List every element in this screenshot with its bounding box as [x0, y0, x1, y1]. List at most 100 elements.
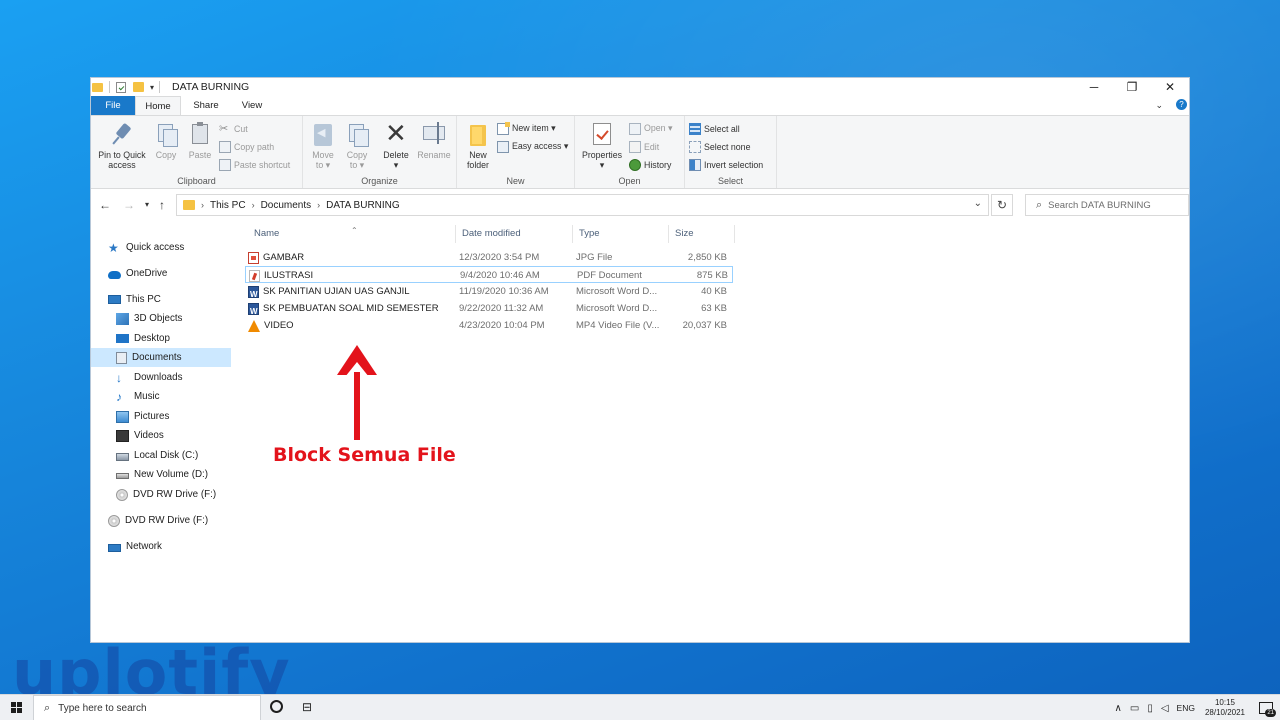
tab-home[interactable]: Home: [135, 96, 181, 116]
delete-label-line2: ▾: [393, 160, 399, 170]
address-bar[interactable]: › This PC › Documents › DATA BURNING ⌄: [176, 194, 989, 216]
column-header-type[interactable]: Type: [573, 225, 669, 243]
sidebar-item-label: Network: [126, 541, 162, 552]
show-hidden-icons-chevron-icon[interactable]: ∧: [1115, 703, 1122, 714]
sidebar-item-label: Documents: [132, 352, 182, 363]
select-all-button[interactable]: Select all: [689, 121, 740, 136]
table-row[interactable]: VIDEO 4/23/2020 10:04 PM MP4 Video File …: [245, 317, 733, 334]
sidebar-item-videos[interactable]: Videos: [116, 426, 164, 445]
battery-icon[interactable]: ▯: [1147, 703, 1153, 714]
new-folder-label-line1: New: [469, 150, 487, 160]
breadcrumb-this-pc[interactable]: This PC: [210, 200, 246, 211]
minimize-button[interactable]: ─: [1075, 78, 1113, 96]
copy-path-button[interactable]: Copy path: [219, 139, 274, 154]
back-arrow-icon[interactable]: ←: [99, 198, 111, 212]
easy-access-button[interactable]: Easy access ▾: [497, 139, 568, 154]
maximize-button[interactable]: ❐: [1113, 78, 1151, 96]
new-folder-button[interactable]: New folder: [461, 122, 495, 170]
breadcrumb-separator-icon[interactable]: ›: [201, 200, 204, 210]
copy-to-button[interactable]: Copy to ▾: [341, 122, 373, 170]
new-item-button[interactable]: New item ▾: [497, 121, 556, 136]
properties-icon[interactable]: [116, 81, 126, 93]
new-folder-icon[interactable]: [133, 82, 144, 92]
edit-button[interactable]: Edit: [629, 139, 659, 154]
quick-access-toolbar: ▾: [91, 80, 161, 94]
select-none-icon: [689, 140, 701, 153]
help-icon[interactable]: ?: [1176, 99, 1187, 110]
taskbar-search-input[interactable]: ⌕ Type here to search: [33, 695, 261, 720]
paste-shortcut-button[interactable]: Paste shortcut: [219, 157, 290, 172]
invert-selection-button[interactable]: Invert selection: [689, 157, 763, 172]
copy-button[interactable]: Copy: [151, 122, 181, 160]
rename-button[interactable]: Rename: [415, 122, 453, 160]
pin-icon: [109, 122, 135, 148]
volume-icon[interactable]: ◁: [1161, 703, 1169, 714]
sidebar-item-downloads[interactable]: ↓ Downloads: [116, 368, 182, 387]
sidebar-item-local-disk-c[interactable]: Local Disk (C:): [116, 446, 198, 465]
table-row[interactable]: SK PANITIAN UJIAN UAS GANJIL 11/19/2020 …: [245, 283, 733, 300]
sidebar-item-documents[interactable]: Documents: [91, 348, 231, 367]
tab-file[interactable]: File: [91, 96, 135, 115]
clock[interactable]: 10:15 28/10/2021: [1205, 698, 1245, 718]
up-arrow-icon[interactable]: ↑: [159, 198, 165, 212]
sidebar-item-label: Desktop: [134, 333, 170, 344]
close-button[interactable]: ✕: [1151, 78, 1189, 96]
pin-to-quick-access-button[interactable]: Pin to Quick access: [95, 122, 149, 170]
column-header-size[interactable]: Size: [669, 225, 735, 243]
file-size: 875 KB: [696, 270, 728, 281]
breadcrumb-separator-icon[interactable]: ›: [317, 200, 320, 210]
computer-icon: [108, 295, 121, 304]
move-to-button[interactable]: Move to ▾: [307, 122, 339, 170]
input-language[interactable]: ENG: [1177, 703, 1195, 713]
sidebar-item-pictures[interactable]: Pictures: [116, 407, 169, 426]
rename-label: Rename: [417, 150, 451, 160]
sidebar-item-3d-objects[interactable]: 3D Objects: [116, 309, 182, 328]
refresh-icon: ↻: [996, 198, 1008, 212]
cut-button[interactable]: ✂ Cut: [219, 121, 248, 136]
sidebar-item-new-volume-d[interactable]: New Volume (D:): [116, 465, 208, 484]
delete-button[interactable]: ✕ Delete ▾: [379, 120, 413, 170]
start-button[interactable]: [0, 695, 33, 720]
history-button[interactable]: History: [629, 157, 671, 172]
select-group: Select all Select none Invert selection …: [685, 116, 777, 188]
breadcrumb-separator-icon[interactable]: ›: [252, 200, 255, 210]
collapse-ribbon-chevron-icon[interactable]: ⌄: [1155, 100, 1163, 111]
table-row[interactable]: ILUSTRASI 9/4/2020 10:46 AM PDF Document…: [245, 266, 733, 283]
paste-button[interactable]: Paste: [185, 122, 215, 160]
sidebar-item-this-pc[interactable]: This PC: [108, 290, 161, 309]
select-none-button[interactable]: Select none: [689, 139, 750, 154]
sidebar-item-quick-access[interactable]: ★ Quick access: [108, 238, 184, 257]
windows-logo-icon: [17, 708, 22, 713]
cortana-icon[interactable]: [270, 700, 283, 713]
tab-view[interactable]: View: [233, 96, 271, 115]
easy-access-label: Easy access ▾: [512, 141, 569, 151]
clock-time: 10:15: [1214, 698, 1235, 707]
sidebar-item-network[interactable]: Network: [108, 537, 162, 556]
task-view-icon[interactable]: ⊟: [302, 701, 312, 713]
file-name-text: VIDEO: [264, 320, 294, 331]
breadcrumb-documents[interactable]: Documents: [261, 200, 312, 211]
sidebar-item-music[interactable]: ♪ Music: [116, 387, 160, 406]
properties-button[interactable]: Properties ▾: [577, 122, 627, 170]
forward-arrow-icon[interactable]: →: [123, 198, 135, 212]
paste-label: Paste: [188, 150, 212, 160]
sidebar-item-dvd-rw-drive-f-root[interactable]: DVD RW Drive (F:): [108, 511, 208, 530]
network-status-icon[interactable]: ▭: [1130, 703, 1139, 714]
sidebar-item-dvd-rw-drive-f[interactable]: DVD RW Drive (F:): [116, 485, 216, 504]
refresh-button[interactable]: ↻: [991, 194, 1013, 216]
tab-share[interactable]: Share: [187, 96, 225, 115]
address-dropdown-chevron-icon[interactable]: ⌄: [974, 198, 982, 209]
column-header-name[interactable]: ⌃ Name: [248, 225, 456, 243]
table-row[interactable]: GAMBAR 12/3/2020 3:54 PM JPG File 2,850 …: [245, 249, 733, 266]
windows-logo-icon: [17, 702, 22, 707]
notification-center-icon[interactable]: 21: [1259, 702, 1276, 717]
search-input[interactable]: ⌕ Search DATA BURNING: [1025, 194, 1189, 216]
table-row[interactable]: SK PEMBUATAN SOAL MID SEMESTER 9/22/2020…: [245, 300, 733, 317]
customize-qat-chevron-icon[interactable]: ▾: [150, 83, 154, 92]
sidebar-item-desktop[interactable]: Desktop: [116, 329, 170, 348]
recent-locations-chevron-icon[interactable]: ▾: [145, 198, 149, 212]
open-button[interactable]: Open ▾: [629, 121, 672, 136]
sidebar-item-onedrive[interactable]: OneDrive: [108, 264, 167, 283]
breadcrumb-data-burning[interactable]: DATA BURNING: [326, 200, 400, 211]
column-header-date[interactable]: Date modified: [456, 225, 573, 243]
